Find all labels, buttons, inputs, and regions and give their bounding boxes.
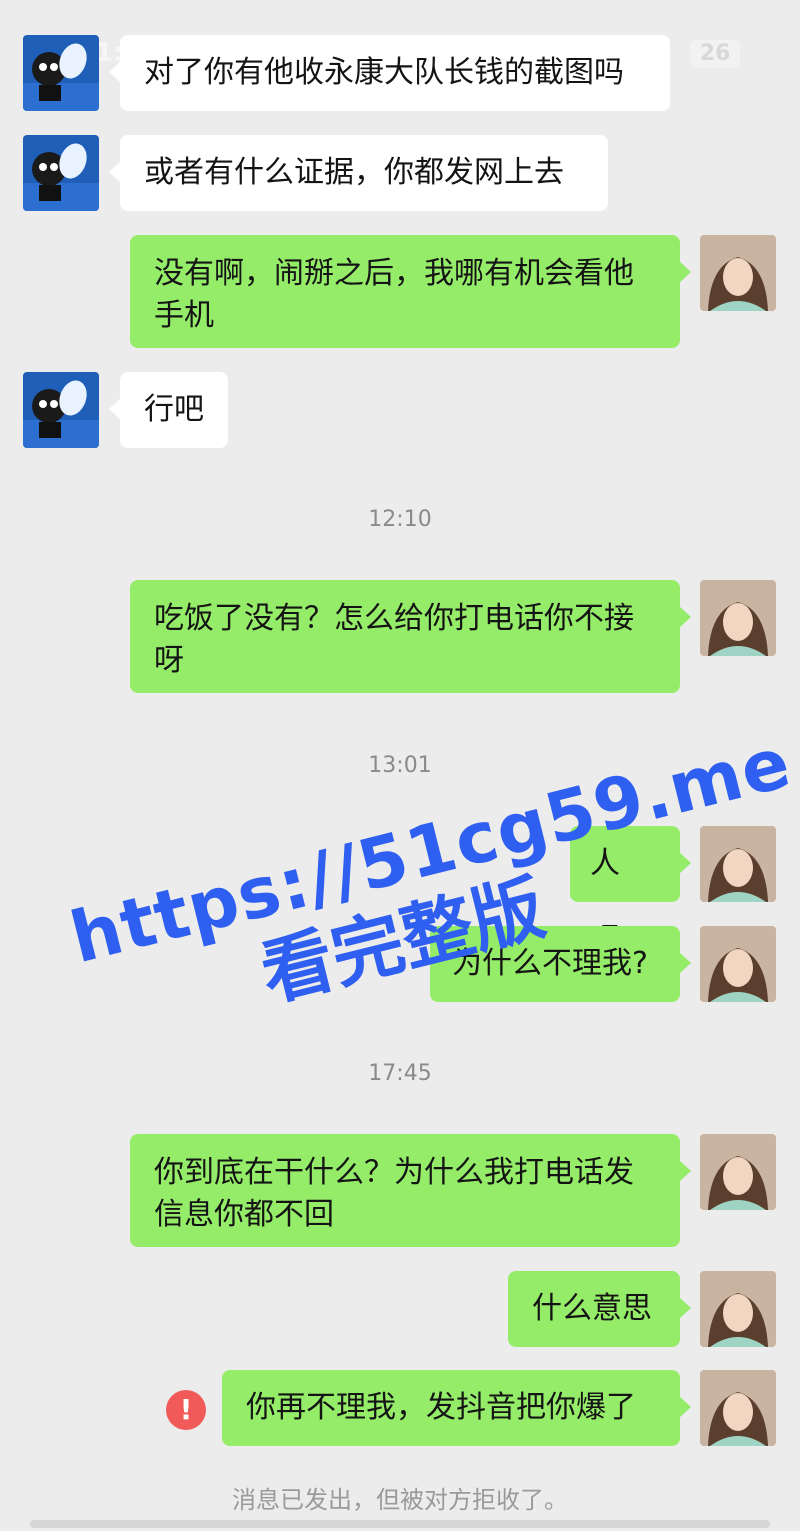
message-bubble-outgoing[interactable]: 为什么不理我?	[430, 926, 691, 1002]
user-avatar[interactable]	[700, 235, 776, 311]
contact-avatar[interactable]	[23, 135, 99, 211]
message-bubble-incoming[interactable]: 对了你有他收永康大队长钱的截图吗	[109, 35, 670, 111]
message-bubble-outgoing[interactable]: 你再不理我，发抖音把你爆了	[222, 1370, 691, 1446]
user-avatar[interactable]	[700, 1271, 776, 1347]
message-bubble-outgoing[interactable]: 没有啊，闹掰之后，我哪有机会看他手机	[130, 235, 691, 348]
message-bubble-incoming[interactable]: 或者有什么证据，你都发网上去	[109, 135, 608, 211]
send-failed-icon[interactable]: !	[166, 1390, 206, 1430]
user-avatar[interactable]	[700, 1370, 776, 1446]
message-bubble-incoming[interactable]: 行吧	[109, 372, 228, 448]
contact-avatar[interactable]	[23, 35, 99, 111]
message-bubble-outgoing[interactable]: 你到底在干什么？为什么我打电话发信息你都不回	[130, 1134, 691, 1247]
user-avatar[interactable]	[700, 580, 776, 656]
user-avatar[interactable]	[700, 826, 776, 902]
user-avatar[interactable]	[700, 926, 776, 1002]
timestamp: 17:45	[368, 1061, 432, 1086]
contact-avatar[interactable]	[23, 372, 99, 448]
rejected-notice: 消息已发出，但被对方拒收了。	[232, 1486, 568, 1514]
status-badge: 26	[690, 40, 740, 68]
message-bubble-outgoing[interactable]: 什么意思	[508, 1271, 691, 1347]
timestamp: 13:01	[368, 753, 432, 778]
timestamp: 12:10	[368, 507, 432, 532]
message-bubble-outgoing[interactable]: 人呢?	[570, 826, 691, 957]
user-avatar[interactable]	[700, 1134, 776, 1210]
message-bubble-outgoing[interactable]: 吃饭了没有？怎么给你打电话你不接呀	[130, 580, 691, 693]
home-indicator	[30, 1520, 770, 1528]
